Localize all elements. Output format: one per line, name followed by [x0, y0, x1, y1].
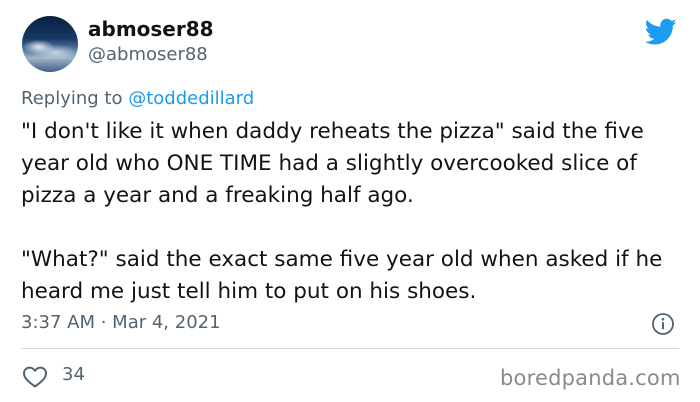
replying-to-prefix: Replying to: [21, 88, 129, 109]
replying-to: Replying to @toddedillard: [21, 88, 254, 109]
like-count: 34: [62, 364, 85, 385]
info-icon[interactable]: [651, 312, 675, 336]
tweet-date: Mar 4, 2021: [112, 312, 221, 333]
divider: [21, 348, 679, 349]
timestamp-separator: ·: [95, 312, 113, 333]
tweet-timestamp[interactable]: 3:37 AM · Mar 4, 2021: [21, 312, 221, 333]
tweet-time: 3:37 AM: [21, 312, 95, 333]
boredpanda-watermark: boredpanda.com: [500, 366, 681, 390]
twitter-bird-icon: [645, 18, 677, 45]
heart-icon[interactable]: [22, 365, 48, 389]
avatar[interactable]: [22, 16, 78, 72]
tweet-paragraph: "What?" said the exact same five year ol…: [21, 247, 663, 304]
tweet-text: "I don't like it when daddy reheats the …: [21, 116, 691, 308]
author-handle[interactable]: @abmoser88: [88, 44, 208, 65]
tweet-paragraph: "I don't like it when daddy reheats the …: [21, 119, 644, 208]
reply-mention-link[interactable]: @toddedillard: [128, 88, 254, 109]
author-display-name[interactable]: abmoser88: [88, 17, 214, 41]
